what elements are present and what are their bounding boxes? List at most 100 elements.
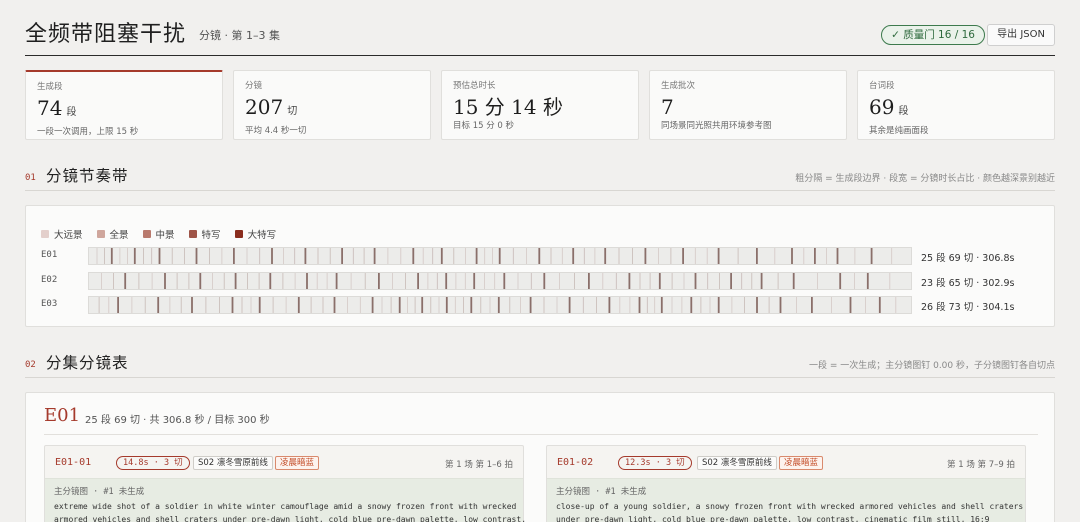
- band-cut-line: [223, 273, 225, 289]
- band-segment-boundary: [791, 248, 793, 264]
- page-subtitle: 分镜 · 第 1–3 集: [199, 29, 280, 42]
- stat-label: 台词段: [869, 81, 895, 91]
- band-segment-boundary: [110, 248, 113, 264]
- band-cut-line: [741, 273, 743, 289]
- prompt-text: close-up of a young soldier, a snowy fro…: [556, 502, 1024, 522]
- shot-card[interactable]: E01-02 12.3s · 3 切 S02 凛冬雪原前线 凌晨暗蓝 第 1 场…: [546, 445, 1026, 522]
- stat-note: 目标 15 分 0 秒: [453, 121, 515, 131]
- band-segment-boundary: [258, 297, 261, 313]
- band-cut-line: [329, 248, 331, 264]
- legend-item: 大远景: [41, 227, 83, 241]
- band-cut-line: [387, 248, 389, 264]
- band-segment-boundary: [849, 297, 852, 313]
- stat-card-shots: 分镜 207 切 平均 4.4 秒一切: [233, 70, 431, 140]
- band-cut-line: [520, 297, 521, 313]
- band-cut-line: [310, 297, 312, 313]
- section-rhythm-header: 01 分镜节奏带 粗分隔 = 生成段边界 · 段宽 = 分镜时长占比 · 颜色越…: [25, 163, 1055, 191]
- stat-label: 分镜: [245, 81, 263, 91]
- band-segment-boundary: [297, 297, 300, 313]
- band-cut-line: [169, 297, 171, 313]
- band-cut-line: [363, 248, 365, 264]
- stat-label: 预估总时长: [453, 81, 496, 91]
- shot-size-legend: 大远景 全景 中景 特写 大特写: [41, 227, 276, 241]
- shot-beat-range: 第 1 场 第 7–9 拍: [947, 460, 1015, 470]
- band-cut-line: [526, 248, 527, 264]
- band-cut-line: [556, 297, 558, 313]
- band-track[interactable]: [88, 247, 912, 265]
- band-segment-boundary: [543, 273, 546, 289]
- band-cut-line: [583, 248, 585, 264]
- band-segment-boundary: [730, 273, 732, 289]
- band-svg: [101, 273, 891, 289]
- band-svg: [98, 297, 897, 313]
- legend-swatch: [188, 230, 197, 238]
- export-json-button[interactable]: 导出 JSON: [987, 24, 1055, 46]
- band-segment-boundary: [335, 273, 338, 289]
- stat-card-duration: 预估总时长 15 分 14 秒 目标 15 分 0 秒: [441, 70, 639, 140]
- band-segment-boundary: [440, 248, 443, 264]
- band-cut-line: [205, 297, 207, 313]
- band-cut-line: [96, 248, 98, 264]
- band-segment-boundary: [717, 248, 720, 264]
- stat-value: 15 分 14 秒: [453, 95, 563, 119]
- band-row-e02: E02 23 段 65 切 · 302.9s: [41, 272, 1041, 290]
- band-cut-line: [463, 297, 464, 313]
- band-cut-line: [209, 248, 210, 264]
- stat-card-segments: 生成段 74 段 一段一次调用，上限 15 秒: [25, 70, 223, 140]
- band-cut-line: [392, 273, 393, 289]
- stat-note: 同场景同光照共用环境参考图: [661, 121, 772, 131]
- band-cut-line: [615, 273, 617, 289]
- band-cut-line: [405, 273, 406, 289]
- band-cut-line: [509, 297, 511, 313]
- band-cut-line: [854, 273, 855, 289]
- band-cut-line: [796, 297, 797, 313]
- band-segment-boundary: [572, 248, 575, 264]
- band-segment-boundary: [157, 297, 160, 313]
- stat-note: 一段一次调用，上限 15 秒: [37, 127, 139, 137]
- band-cut-line: [492, 248, 493, 264]
- band-cut-line: [272, 297, 274, 313]
- page-title: 全频带阻塞干扰: [25, 22, 187, 47]
- band-cut-line: [700, 297, 702, 313]
- band-segment-boundary: [811, 297, 813, 313]
- shot-duration-pill: 12.3s · 3 切: [618, 456, 692, 470]
- band-summary: 26 段 73 切 · 304.1s: [921, 302, 1015, 313]
- band-segment-boundary: [445, 297, 448, 313]
- band-segment-boundary: [233, 248, 235, 264]
- band-cut-line: [127, 248, 128, 264]
- band-cut-line: [326, 273, 328, 289]
- band-segment-boundary: [117, 297, 119, 313]
- band-segment-boundary: [371, 297, 374, 313]
- band-cut-line: [574, 273, 575, 289]
- episode-card-e01: E01 25 段 69 切 · 共 306.8 秒 / 目标 300 秒 E01…: [25, 392, 1055, 522]
- band-cut-line: [131, 297, 133, 313]
- prompt-text: extreme wide shot of a soldier in white …: [54, 502, 527, 522]
- band-track[interactable]: [88, 272, 912, 290]
- band-cut-line: [619, 297, 621, 313]
- band-cut-line: [854, 248, 856, 264]
- section-number: 02: [25, 360, 36, 370]
- band-segment-boundary: [608, 297, 611, 313]
- band-cut-line: [737, 248, 739, 264]
- band-cut-line: [455, 273, 457, 289]
- band-cut-line: [246, 248, 248, 264]
- band-cut-line: [744, 297, 745, 313]
- band-cut-line: [180, 297, 182, 313]
- band-segment-boundary: [839, 273, 842, 289]
- band-cut-line: [113, 273, 114, 289]
- band-cut-line: [352, 248, 354, 264]
- band-segment-boundary: [660, 297, 663, 313]
- band-cut-line: [322, 297, 324, 313]
- band-cut-line: [98, 297, 100, 313]
- band-cut-line: [390, 297, 392, 313]
- band-segment-boundary: [398, 297, 401, 313]
- shot-prompt: 主分镜图 · #1 未生成 close-up of a young soldie…: [547, 478, 1025, 522]
- stat-value: 69 段: [869, 95, 909, 119]
- band-cut-line: [550, 248, 552, 264]
- shot-card[interactable]: E01-01 14.8s · 3 切 S02 凛冬雪原前线 凌晨暗蓝 第 1 场…: [44, 445, 527, 522]
- band-cut-line: [632, 248, 633, 264]
- band-track[interactable]: [88, 296, 912, 314]
- band-segment-boundary: [836, 248, 839, 264]
- stat-label: 生成段: [37, 82, 63, 92]
- band-cut-line: [774, 248, 776, 264]
